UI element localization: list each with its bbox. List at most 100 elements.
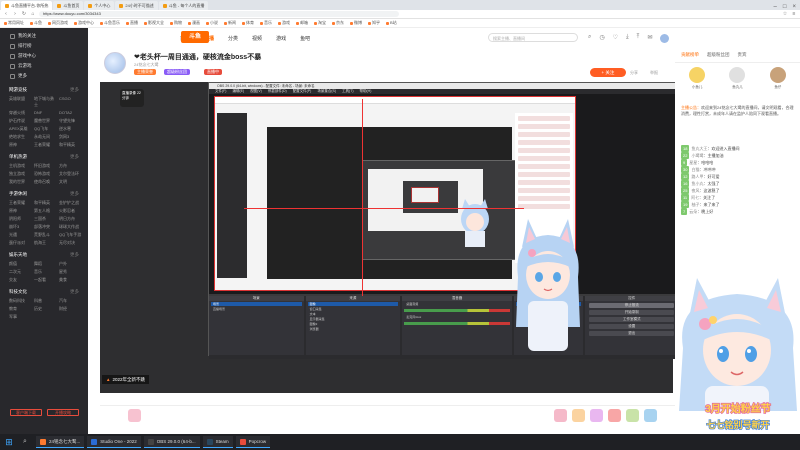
sidebar-category-link[interactable]: 独立游戏 bbox=[9, 171, 32, 177]
sidebar-category-link[interactable]: 和平精英 bbox=[59, 142, 82, 148]
obs-list-row[interactable]: 图像2 bbox=[308, 322, 399, 326]
sidebar-category-link[interactable]: APEX英雄 bbox=[9, 126, 32, 132]
message-icon[interactable]: ✉ bbox=[647, 34, 652, 43]
sidebar-category-link[interactable]: 炉石传说 bbox=[9, 118, 32, 124]
sidebar-more-link[interactable]: 更多 bbox=[70, 191, 79, 197]
forward-icon[interactable]: › bbox=[12, 11, 18, 17]
sidebar-category-link[interactable]: 主机游戏 bbox=[9, 163, 32, 169]
sidebar-item[interactable]: 云游戏 bbox=[6, 61, 82, 71]
sidebar-category-link[interactable]: DNF bbox=[34, 110, 57, 116]
broadcast-guide-button[interactable]: 开播攻略 bbox=[47, 409, 79, 416]
sidebar-category-link[interactable]: 地下城与勇士 bbox=[34, 96, 57, 108]
volume-meter[interactable] bbox=[404, 322, 510, 325]
sidebar-category-link[interactable]: 魔兽世界 bbox=[34, 118, 57, 124]
bookmark-item[interactable]: 京东 bbox=[332, 20, 344, 26]
sidebar-category-link[interactable]: 历史 bbox=[34, 306, 57, 312]
star-icon[interactable]: ☆ bbox=[782, 11, 788, 17]
download-client-button[interactable]: 客户端下载 bbox=[10, 409, 42, 416]
obs-control-button[interactable]: 工作室模式 bbox=[589, 317, 675, 322]
sidebar-more-link[interactable]: 更多 bbox=[70, 252, 79, 258]
sidebar-category-link[interactable]: 原神 bbox=[9, 142, 32, 148]
follow-list-icon[interactable]: ♡ bbox=[613, 34, 618, 43]
browser-tab[interactable]: 个人中心 bbox=[84, 1, 115, 10]
obs-list-row[interactable]: 图像 bbox=[307, 302, 399, 306]
upload-icon[interactable]: ⤒ bbox=[637, 34, 640, 43]
bookmark-item[interactable]: 新闻 bbox=[224, 20, 236, 26]
taskbar-app[interactable]: Steam bbox=[202, 436, 233, 448]
gift-item[interactable] bbox=[626, 409, 639, 422]
user-avatar[interactable] bbox=[660, 34, 670, 43]
chat-username[interactable]: 鱼小丸 bbox=[691, 181, 703, 186]
taskbar-app[interactable]: 24铭念七大鹭... bbox=[36, 436, 85, 448]
bookmark-item[interactable]: 斗鱼 bbox=[30, 20, 42, 26]
sidebar-category-link[interactable]: 交友 bbox=[9, 277, 32, 283]
chat-username[interactable]: 鱼丸大王 bbox=[691, 146, 707, 151]
reload-icon[interactable]: ↻ bbox=[21, 11, 27, 17]
sidebar-more-link[interactable]: 更多 bbox=[70, 87, 79, 93]
sidebar-category-link[interactable]: 部落冲突 bbox=[34, 224, 57, 230]
sidebar-item[interactable]: 更多 bbox=[6, 71, 82, 81]
sidebar-category-link[interactable]: 第五人格 bbox=[34, 208, 57, 214]
obs-list-row[interactable]: 浏览器 bbox=[308, 327, 399, 331]
honor-badge[interactable]: 主播荣誉 bbox=[134, 69, 156, 75]
sidebar-category-link[interactable]: 剑网3 bbox=[59, 134, 82, 140]
sidebar-category-link[interactable]: 崩坏3 bbox=[9, 224, 32, 230]
bookmark-item[interactable]: 体育 bbox=[242, 20, 254, 26]
search-input[interactable]: 搜索主播、直播间 bbox=[488, 33, 578, 42]
obs-list-row[interactable]: 场景 bbox=[211, 302, 302, 306]
sidebar-category-link[interactable]: 无尽对决 bbox=[59, 240, 82, 246]
download-icon[interactable]: ⤓ bbox=[626, 34, 629, 43]
sidebar-category-link[interactable]: 颜值 bbox=[9, 261, 32, 267]
sidebar-category-link[interactable]: 阴阳师 bbox=[9, 216, 32, 222]
browser-tab[interactable]: 斗鱼直播平台-你所热 bbox=[1, 1, 53, 10]
bookmark-item[interactable]: B站 bbox=[386, 20, 397, 26]
douyu-logo[interactable]: 斗鱼 bbox=[181, 31, 209, 43]
chat-username[interactable]: 阿七 bbox=[691, 195, 699, 200]
sidebar-category-link[interactable]: 艾尔登法环 bbox=[59, 171, 82, 177]
fan-club-badge[interactable]: 超级粉丝团 bbox=[164, 69, 190, 75]
bookmark-item[interactable]: 影视大全 bbox=[144, 20, 164, 26]
gift-item[interactable] bbox=[128, 409, 141, 422]
menu-icon[interactable]: ≡ bbox=[791, 11, 797, 17]
taskbar-app[interactable]: Popcrow bbox=[235, 436, 271, 448]
taskbar-app[interactable]: OBS 29.0.0 (64-b... bbox=[143, 436, 200, 448]
sidebar-category-link[interactable]: 美食 bbox=[59, 277, 82, 283]
browser-tab[interactable]: 24小时不可描述 bbox=[115, 1, 158, 10]
obs-control-button[interactable]: 退出 bbox=[589, 331, 675, 336]
volume-meter[interactable] bbox=[404, 309, 510, 312]
rank-user[interactable]: 鱼丸儿 bbox=[726, 67, 748, 99]
sidebar-category-link[interactable]: 恐怖游戏 bbox=[34, 171, 57, 177]
sidebar-category-link[interactable]: 汽车 bbox=[59, 298, 82, 304]
home-icon[interactable]: ⌂ bbox=[30, 11, 36, 17]
sidebar-category-link[interactable]: 军事 bbox=[9, 314, 32, 320]
streamer-avatar[interactable] bbox=[104, 52, 126, 74]
back-icon[interactable]: ‹ bbox=[3, 11, 9, 17]
obs-list-row[interactable]: 直播场景 bbox=[211, 307, 302, 311]
sidebar-category-link[interactable]: 二次元 bbox=[9, 269, 32, 275]
bookmark-item[interactable]: 网页游戏 bbox=[48, 20, 68, 26]
sidebar-category-link[interactable]: 王者荣耀 bbox=[34, 142, 57, 148]
sidebar-item[interactable]: 游戏中心 bbox=[6, 51, 82, 61]
bookmark-item[interactable]: 知乎 bbox=[368, 20, 380, 26]
obs-control-button[interactable]: 设置 bbox=[589, 324, 675, 329]
rank-user[interactable]: 鱼仔 bbox=[767, 67, 789, 99]
tab-fan-club[interactable]: 超级粉丝团 bbox=[707, 52, 730, 58]
tab-contribution[interactable]: 贡献榜单 bbox=[681, 52, 699, 58]
obs-control-button[interactable]: 停止推流 bbox=[589, 303, 675, 308]
bookmark-item[interactable]: 邮箱 bbox=[296, 20, 308, 26]
sidebar-category-link[interactable]: 和平精英 bbox=[34, 200, 57, 206]
search-icon[interactable]: ⌕ bbox=[588, 34, 591, 43]
gift-item[interactable] bbox=[608, 409, 621, 422]
sidebar-category-link[interactable]: 金铲铲之战 bbox=[59, 200, 82, 206]
browser-tab[interactable]: 斗鱼 - 每个人的直播 bbox=[158, 1, 209, 10]
gift-item[interactable] bbox=[554, 409, 567, 422]
bookmark-item[interactable]: 常用网址 bbox=[4, 20, 24, 26]
obs-list-row[interactable]: 文本 bbox=[308, 312, 399, 316]
sidebar-category-link[interactable]: 科普 bbox=[34, 298, 57, 304]
sidebar-more-link[interactable]: 更多 bbox=[70, 154, 79, 160]
sidebar-item[interactable]: 我的关注 bbox=[6, 31, 82, 41]
sidebar-category-link[interactable]: QQ飞车 bbox=[34, 126, 57, 132]
sidebar-category-link[interactable]: 球球大作战 bbox=[59, 224, 82, 230]
obs-control-button[interactable]: 开始录制 bbox=[589, 310, 675, 315]
sidebar-category-link[interactable]: 星秀 bbox=[59, 269, 82, 275]
